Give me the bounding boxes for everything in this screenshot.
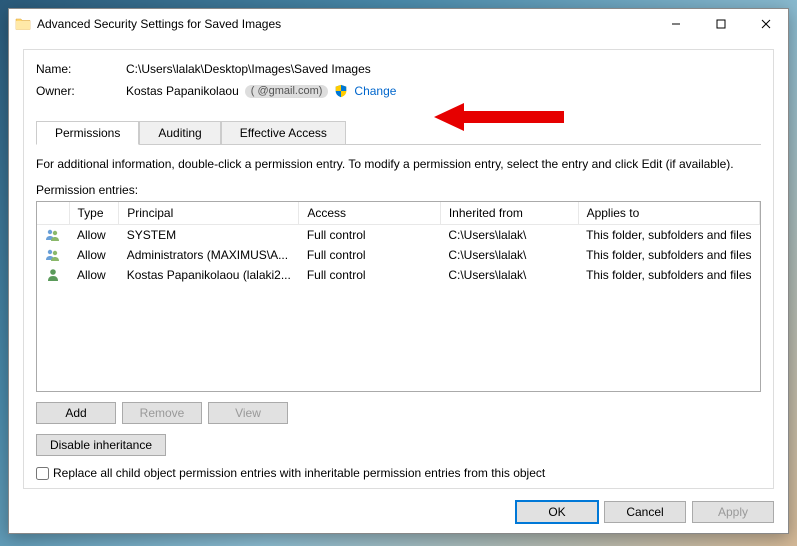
minimize-button[interactable] bbox=[653, 9, 698, 39]
change-owner-link[interactable]: Change bbox=[354, 84, 396, 98]
tabs: Permissions Auditing Effective Access bbox=[36, 120, 761, 144]
row-icon bbox=[37, 245, 69, 265]
table-header-row: Type Principal Access Inherited from App… bbox=[37, 202, 760, 225]
row-principal: Kostas Papanikolaou (lalaki2... bbox=[119, 265, 299, 285]
ok-button[interactable]: OK bbox=[516, 501, 598, 523]
row-type: Allow bbox=[69, 245, 119, 265]
owner-row: Owner: Kostas Papanikolaou ( @gmail.com) bbox=[36, 84, 761, 98]
row-icon bbox=[37, 265, 69, 285]
apply-button[interactable]: Apply bbox=[692, 501, 774, 523]
instructions-text: For additional information, double-click… bbox=[36, 157, 761, 171]
replace-checkbox-label: Replace all child object permission entr… bbox=[53, 466, 545, 480]
owner-email: ( @gmail.com) bbox=[245, 85, 329, 98]
tab-permissions[interactable]: Permissions bbox=[36, 121, 139, 145]
header-access[interactable]: Access bbox=[299, 202, 441, 225]
row-type: Allow bbox=[69, 265, 119, 285]
row-access: Full control bbox=[299, 245, 441, 265]
tab-auditing[interactable]: Auditing bbox=[139, 121, 220, 145]
folder-icon bbox=[15, 16, 31, 32]
header-icon[interactable] bbox=[37, 202, 69, 225]
owner-value: Kostas Papanikolaou bbox=[126, 84, 239, 98]
row-applies: This folder, subfolders and files bbox=[578, 245, 759, 265]
shield-icon bbox=[334, 84, 348, 98]
maximize-button[interactable] bbox=[698, 9, 743, 39]
name-label: Name: bbox=[36, 62, 126, 76]
row-inherited: C:\Users\lalak\ bbox=[440, 225, 578, 246]
row-inherited: C:\Users\lalak\ bbox=[440, 245, 578, 265]
view-button[interactable]: View bbox=[208, 402, 288, 424]
window-title: Advanced Security Settings for Saved Ima… bbox=[37, 17, 653, 31]
disable-inheritance-button[interactable]: Disable inheritance bbox=[36, 434, 166, 456]
header-inherited[interactable]: Inherited from bbox=[440, 202, 578, 225]
row-type: Allow bbox=[69, 225, 119, 246]
table-row[interactable]: AllowKostas Papanikolaou (lalaki2...Full… bbox=[37, 265, 760, 285]
add-button[interactable]: Add bbox=[36, 402, 116, 424]
entries-label: Permission entries: bbox=[36, 183, 761, 197]
row-applies: This folder, subfolders and files bbox=[578, 265, 759, 285]
remove-button[interactable]: Remove bbox=[122, 402, 202, 424]
header-principal[interactable]: Principal bbox=[119, 202, 299, 225]
row-principal: SYSTEM bbox=[119, 225, 299, 246]
close-button[interactable] bbox=[743, 9, 788, 39]
replace-checkbox-row[interactable]: Replace all child object permission entr… bbox=[36, 466, 761, 480]
row-access: Full control bbox=[299, 225, 441, 246]
row-applies: This folder, subfolders and files bbox=[578, 225, 759, 246]
table-row[interactable]: AllowAdministrators (MAXIMUS\A...Full co… bbox=[37, 245, 760, 265]
header-type[interactable]: Type bbox=[69, 202, 119, 225]
header-applies[interactable]: Applies to bbox=[578, 202, 759, 225]
name-row: Name: C:\Users\lalak\Desktop\Images\Save… bbox=[36, 62, 761, 76]
row-icon bbox=[37, 225, 69, 246]
owner-label: Owner: bbox=[36, 84, 126, 98]
security-settings-window: Advanced Security Settings for Saved Ima… bbox=[8, 8, 789, 534]
row-principal: Administrators (MAXIMUS\A... bbox=[119, 245, 299, 265]
tab-panel-permissions: For additional information, double-click… bbox=[36, 144, 761, 480]
dialog-buttons: OK Cancel Apply bbox=[9, 493, 788, 533]
tab-effective-access[interactable]: Effective Access bbox=[221, 121, 346, 145]
permission-entries-table[interactable]: Type Principal Access Inherited from App… bbox=[36, 201, 761, 392]
entry-buttons: Add Remove View bbox=[36, 402, 761, 424]
table-row[interactable]: AllowSYSTEMFull controlC:\Users\lalak\Th… bbox=[37, 225, 760, 246]
replace-checkbox[interactable] bbox=[36, 467, 49, 480]
window-controls bbox=[653, 9, 788, 39]
row-inherited: C:\Users\lalak\ bbox=[440, 265, 578, 285]
cancel-button[interactable]: Cancel bbox=[604, 501, 686, 523]
row-access: Full control bbox=[299, 265, 441, 285]
titlebar: Advanced Security Settings for Saved Ima… bbox=[9, 9, 788, 39]
name-value: C:\Users\lalak\Desktop\Images\Saved Imag… bbox=[126, 62, 371, 76]
